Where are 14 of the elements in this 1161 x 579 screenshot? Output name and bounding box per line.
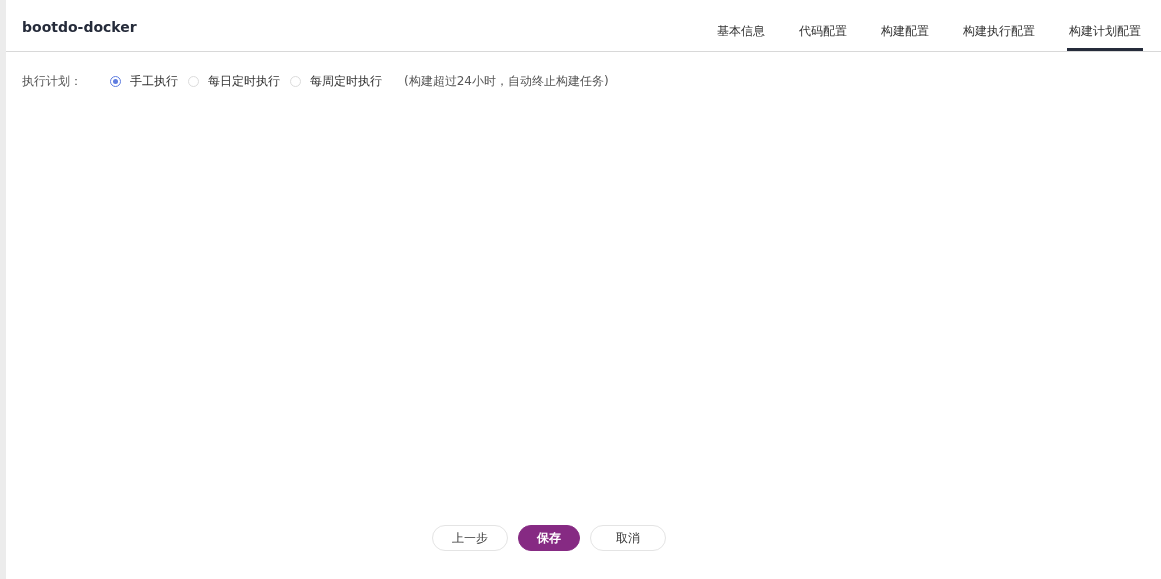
tab[interactable]: 构建配置 <box>879 23 931 51</box>
tab[interactable]: 基本信息 <box>715 23 767 51</box>
note-text: (构建超过24小时，自动终止构建任务) <box>404 73 609 90</box>
page-title: bootdo-docker <box>22 19 137 35</box>
action-button[interactable]: 上一步 <box>431 525 508 551</box>
save-button[interactable]: 保存 <box>517 525 580 551</box>
tab[interactable]: 构建执行配置 <box>961 23 1037 51</box>
radio-label[interactable]: 每日定时执行 <box>208 73 280 90</box>
tab[interactable]: 代码配置 <box>797 23 849 51</box>
radio-label[interactable]: 每周定时执行 <box>310 73 382 90</box>
tab[interactable]: 构建计划配置 <box>1067 23 1143 51</box>
field-label: 执行计划： <box>22 73 83 90</box>
action-button[interactable]: 取消 <box>589 525 666 551</box>
radio-label[interactable]: 手工执行 <box>130 73 178 90</box>
